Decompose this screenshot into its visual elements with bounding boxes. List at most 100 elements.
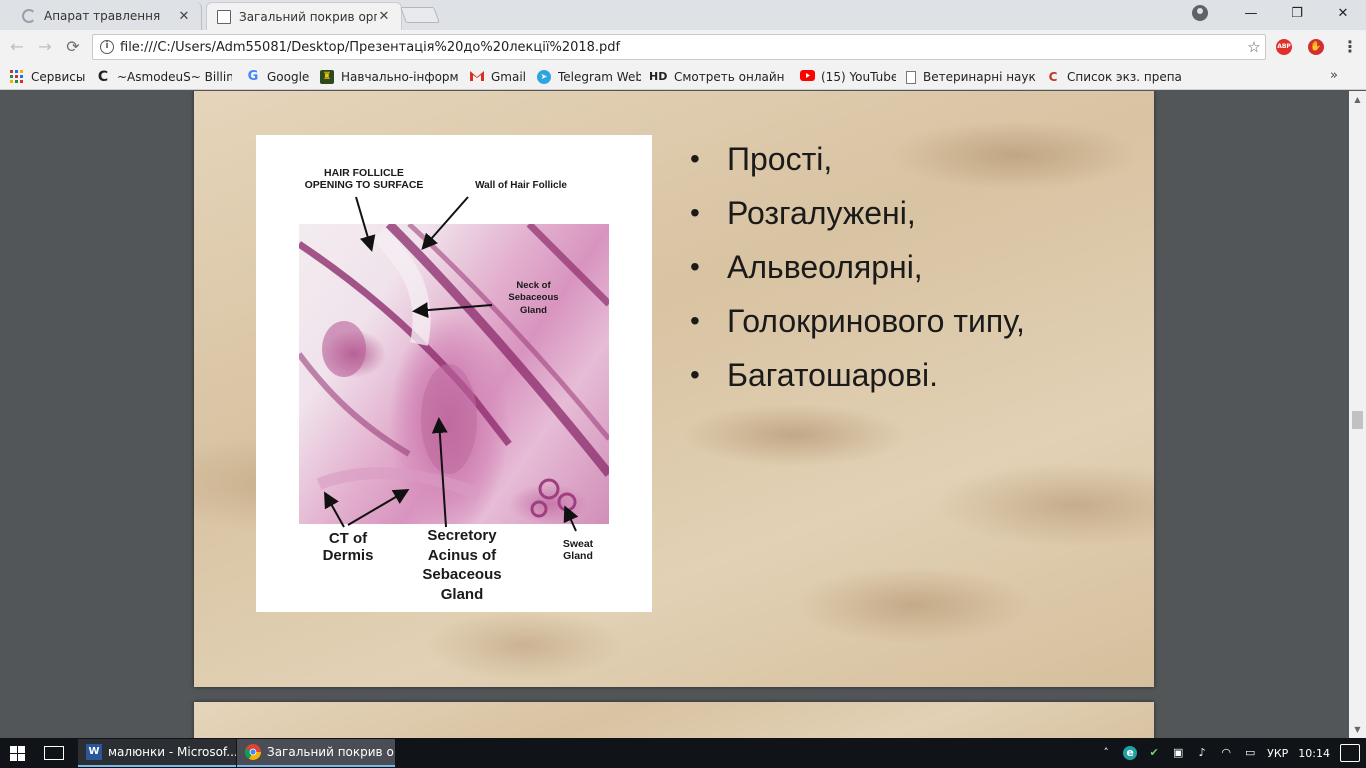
window-controls: — ❐ ✕	[1228, 0, 1366, 28]
bookmark-label: Смотреть онлайн фі	[674, 70, 789, 84]
c-logo-icon: C	[97, 69, 109, 85]
bookmark-services[interactable]: Сервисы	[10, 67, 90, 87]
page-icon	[906, 70, 916, 84]
bullet-item: • Голокринового типу,	[690, 303, 1025, 339]
bookmark-label: Список экз. препара	[1067, 70, 1182, 84]
close-tab-icon[interactable]: ✕	[177, 9, 191, 24]
pen-check-icon[interactable]: ✔	[1147, 746, 1161, 760]
bookmark-gmail[interactable]: Gmail	[470, 67, 530, 87]
reload-icon[interactable]: ⟳	[62, 36, 84, 58]
bookmark-label: Telegram Web	[558, 70, 641, 84]
e-app-icon[interactable]: e	[1123, 746, 1138, 760]
word-icon: W	[86, 744, 102, 760]
bullet-item: • Альвеолярні,	[690, 249, 923, 285]
clock[interactable]: 10:14	[1298, 747, 1330, 760]
bookmark-veterinary[interactable]: Ветеринарні науки	[906, 67, 1036, 87]
scroll-thumb[interactable]	[1352, 411, 1363, 429]
task-view-icon[interactable]	[44, 746, 64, 760]
stop-hand-icon[interactable]: ✋	[1308, 39, 1324, 55]
pdf-page-next	[194, 702, 1154, 738]
youtube-icon	[800, 70, 815, 84]
back-arrow-icon[interactable]: ←	[6, 36, 28, 58]
bookmarks-overflow-icon[interactable]: »	[1330, 68, 1338, 83]
slide-background	[194, 702, 1154, 738]
label-ct-of-dermis: CT of Dermis	[322, 530, 374, 565]
bookmark-university[interactable]: ♜ Навчально-інформа	[320, 67, 458, 87]
close-window-button[interactable]: ✕	[1320, 0, 1366, 28]
battery-icon[interactable]: ▭	[1243, 746, 1257, 760]
pdf-viewer[interactable]: HAIR FOLLICLE OPENING TO SURFACE Wall of…	[0, 91, 1366, 738]
tray-chevron-icon[interactable]: ˄	[1099, 746, 1113, 760]
bookmark-exam-list[interactable]: C Список экз. препара	[1046, 67, 1182, 87]
vertical-scrollbar[interactable]: ▲ ▼	[1349, 91, 1366, 738]
bullet-text: Розгалужені,	[727, 195, 916, 231]
bookmark-label: Навчально-інформа	[341, 70, 458, 84]
gmail-icon	[470, 70, 484, 84]
info-icon[interactable]: i	[100, 40, 114, 54]
bullet-item: • Багатошарові.	[690, 357, 939, 393]
bullet-text: Альвеолярні,	[727, 249, 923, 285]
minimize-button[interactable]: —	[1228, 0, 1274, 28]
scroll-up-icon[interactable]: ▲	[1349, 91, 1366, 108]
bookmarks-bar: Сервисы C ~AsmodeuS~ Billing G Google ♜ …	[0, 64, 1366, 90]
tab-title: Загальний покрив орга	[239, 9, 377, 24]
windows-taskbar: W малюнки - Microsof... Загальний покрив…	[0, 738, 1366, 768]
label-wall-of-hair-follicle: Wall of Hair Follicle	[475, 180, 567, 191]
adblock-plus-icon[interactable]: ABP	[1276, 39, 1292, 55]
bookmark-label: Gmail	[491, 70, 527, 84]
hd-icon: HD	[649, 70, 668, 83]
tab-title: Апарат травлення	[44, 9, 161, 23]
close-tab-icon[interactable]: ✕	[377, 9, 391, 24]
bookmark-telegram[interactable]: ➤ Telegram Web	[537, 67, 641, 87]
forward-arrow-icon[interactable]: →	[34, 36, 56, 58]
bullet-text: Прості,	[727, 141, 833, 177]
bullet-list: • Прості, • Розгалужені, • Альвеолярні, • Го…	[690, 140, 1025, 410]
bookmark-label: Ветеринарні науки	[923, 70, 1036, 84]
university-crest-icon: ♜	[320, 70, 334, 84]
new-tab-button[interactable]	[400, 7, 440, 23]
label-neck-of-sebaceous-gland: Neck of Sebaceous Gland	[508, 280, 559, 316]
telegram-icon: ➤	[537, 70, 551, 84]
bookmark-asmodeus[interactable]: C ~AsmodeuS~ Billing	[96, 67, 232, 87]
system-tray: ˄ e ✔ ▣ ♪ ◠ ▭ УКР 10:14	[1099, 738, 1366, 768]
profile-icon[interactable]	[1192, 5, 1208, 21]
bullet-text: Багатошарові.	[727, 357, 939, 393]
apps-grid-icon	[10, 70, 24, 84]
restore-button[interactable]: ❐	[1274, 0, 1320, 28]
wifi-icon[interactable]: ◠	[1219, 746, 1233, 760]
notifications-icon[interactable]	[1340, 744, 1360, 762]
label-sweat-gland: Sweat Gland	[562, 538, 594, 563]
pdf-page: HAIR FOLLICLE OPENING TO SURFACE Wall of…	[194, 91, 1154, 687]
tab-digestive-system[interactable]: Апарат травлення ✕	[12, 2, 202, 30]
network-icon[interactable]: ▣	[1171, 746, 1185, 760]
histology-figure: HAIR FOLLICLE OPENING TO SURFACE Wall of…	[256, 135, 652, 612]
task-label: Загальний покрив о...	[267, 745, 395, 759]
tab-integument[interactable]: Загальний покрив орга ✕	[206, 2, 402, 30]
menu-dots-icon[interactable]: ⋮	[1340, 36, 1360, 58]
windows-start-icon[interactable]	[10, 746, 26, 762]
browser-toolbar: ← → ⟳ i file:///C:/Users/Adm55081/Deskto…	[0, 30, 1366, 64]
language-indicator[interactable]: УКР	[1267, 747, 1288, 760]
bullet-text: Голокринового типу,	[727, 303, 1025, 339]
bookmark-label: Google	[267, 70, 310, 84]
taskbar-word[interactable]: W малюнки - Microsof...	[78, 739, 236, 767]
chrome-icon	[244, 744, 261, 760]
bullet-item: • Розгалужені,	[690, 195, 916, 231]
bookmark-movies[interactable]: HD Смотреть онлайн фі	[649, 67, 789, 87]
bookmark-site-icon: C	[1048, 70, 1058, 84]
loading-spinner-icon	[22, 9, 36, 23]
bookmark-label: ~AsmodeuS~ Billing	[117, 70, 232, 84]
bookmark-label: (15) YouTube	[821, 70, 896, 84]
bookmark-star-icon[interactable]: ☆	[1243, 38, 1265, 56]
taskbar-chrome[interactable]: Загальний покрив о...	[237, 739, 395, 767]
address-bar[interactable]: i file:///C:/Users/Adm55081/Desktop/През…	[92, 34, 1266, 60]
document-icon	[217, 9, 231, 24]
url-text[interactable]: file:///C:/Users/Adm55081/Desktop/Презен…	[120, 40, 1243, 55]
bookmark-google[interactable]: G Google	[246, 67, 312, 87]
bookmark-label: Сервисы	[31, 70, 86, 84]
volume-icon[interactable]: ♪	[1195, 746, 1209, 760]
scroll-down-icon[interactable]: ▼	[1349, 721, 1366, 738]
label-hair-follicle-opening: HAIR FOLLICLE OPENING TO SURFACE	[304, 167, 424, 192]
bullet-item: • Прості,	[690, 141, 833, 177]
bookmark-youtube[interactable]: (15) YouTube	[800, 67, 896, 87]
